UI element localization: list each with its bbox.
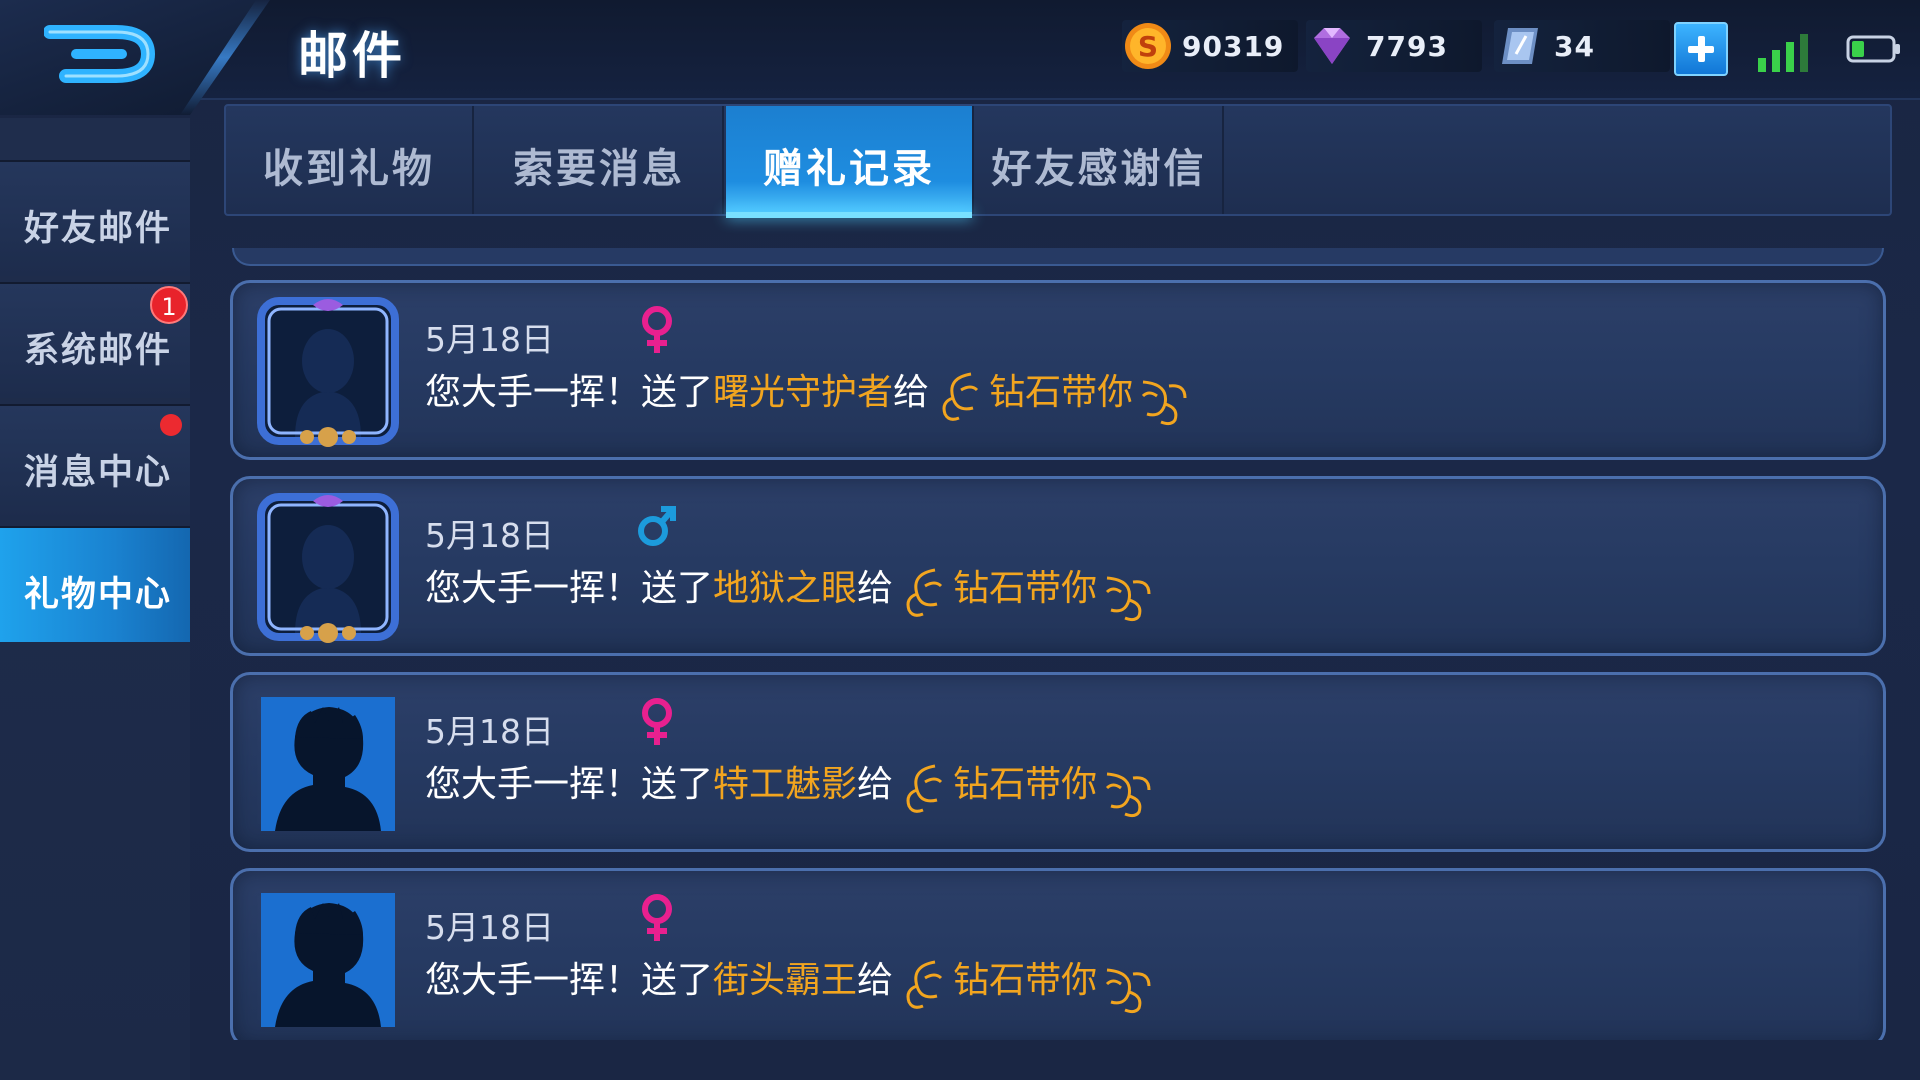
message-to: 给 bbox=[857, 568, 894, 609]
back-button[interactable] bbox=[43, 18, 164, 90]
record-message: 您大手一挥！送了地狱之眼给 钻石带你 bbox=[425, 559, 1157, 622]
message-lead: 您大手一挥！ bbox=[425, 372, 642, 413]
record-date: 5月18日 bbox=[425, 712, 554, 751]
avatar-framed-icon bbox=[257, 297, 399, 447]
tab-request-messages[interactable]: 索要消息 bbox=[476, 106, 724, 214]
message-sent: 送了 bbox=[641, 372, 714, 413]
flourish-right-icon bbox=[1106, 772, 1151, 818]
flourish-left-icon bbox=[942, 372, 979, 421]
flourish-left-icon bbox=[906, 764, 943, 813]
diamond-value: 7793 bbox=[1366, 30, 1448, 63]
flourish-left-icon bbox=[906, 568, 943, 617]
record-date: 5月18日 bbox=[425, 908, 554, 947]
signal-strength-icon bbox=[1758, 34, 1808, 72]
sidebar-item-message-center[interactable]: 消息中心 bbox=[0, 404, 190, 520]
record-message: 您大手一挥！送了街头霸王给 钻石带你 bbox=[425, 951, 1157, 1014]
female-icon bbox=[642, 698, 672, 745]
gift-record-card[interactable]: 5月18日 您大手一挥！送了地狱之眼给 钻石带你 bbox=[230, 476, 1886, 656]
message-lead: 您大手一挥！ bbox=[425, 764, 642, 805]
recipient-name: 钻石带你 bbox=[953, 764, 1098, 805]
back-button-panel bbox=[0, 0, 270, 115]
record-message: 您大手一挥！送了曙光守护者给 钻石带你 bbox=[425, 363, 1193, 426]
flourish-right-icon bbox=[1106, 576, 1151, 622]
sidebar-item-label: 系统邮件 bbox=[24, 331, 173, 371]
message-to: 给 bbox=[893, 372, 930, 413]
message-to: 给 bbox=[857, 960, 894, 1001]
flourish-right-icon bbox=[1142, 380, 1187, 426]
avatar-framed-icon bbox=[257, 493, 399, 643]
gold-coin-counter: S 90319 bbox=[1122, 20, 1298, 72]
diamond-counter: 7793 bbox=[1306, 20, 1482, 72]
gift-name: 曙光守护者 bbox=[713, 372, 894, 413]
record-date: 5月18日 bbox=[425, 516, 554, 555]
recipient-name: 钻石带你 bbox=[953, 568, 1098, 609]
gift-name: 特工魅影 bbox=[713, 764, 858, 805]
sidebar: 好友邮件 系统邮件 1 消息中心 礼物中心 bbox=[0, 118, 190, 1080]
flourish-right-icon bbox=[1106, 968, 1151, 1014]
tab-gift-records[interactable]: 赠礼记录 bbox=[726, 106, 974, 218]
sidebar-item-gift-center[interactable]: 礼物中心 bbox=[0, 526, 190, 642]
gold-coin-value: 90319 bbox=[1182, 30, 1285, 63]
tab-label: 索要消息 bbox=[513, 146, 685, 192]
recipient-name: 钻石带你 bbox=[989, 372, 1134, 413]
gift-record-card[interactable]: 5月18日 您大手一挥！送了特工魅影给 钻石带你 bbox=[230, 672, 1886, 852]
message-lead: 您大手一挥！ bbox=[425, 960, 642, 1001]
female-icon bbox=[642, 894, 672, 941]
male-icon bbox=[638, 506, 676, 546]
message-to: 给 bbox=[857, 764, 894, 805]
message-sent: 送了 bbox=[641, 568, 714, 609]
tab-received-gifts[interactable]: 收到礼物 bbox=[226, 106, 474, 214]
mail-screen: 邮件 S 90319 7793 34 好友邮件 系统邮件 1 消息中心 礼物中心… bbox=[0, 0, 1920, 1080]
sidebar-item-label: 好友邮件 bbox=[24, 209, 173, 249]
avatar-silhouette-icon bbox=[261, 893, 395, 1027]
gift-record-card[interactable]: 5月18日 您大手一挥！送了曙光守护者给 钻石带你 bbox=[230, 280, 1886, 460]
sidebar-item-system-mail[interactable]: 系统邮件 1 bbox=[0, 282, 190, 398]
tab-label: 收到礼物 bbox=[263, 146, 435, 192]
unread-count-badge: 1 bbox=[150, 286, 188, 324]
sidebar-item-friend-mail[interactable]: 好友邮件 bbox=[0, 160, 190, 276]
tab-thank-you-letters[interactable]: 好友感谢信 bbox=[976, 106, 1224, 214]
avatar-silhouette-icon bbox=[261, 697, 395, 831]
sidebar-item-label: 消息中心 bbox=[24, 453, 173, 493]
gift-record-list[interactable]: 5月18日 您大手一挥！送了曙光守护者给 钻石带你 5月18日 您大手一挥！送了… bbox=[228, 236, 1888, 1040]
list-scroll-edge bbox=[232, 248, 1884, 266]
message-sent: 送了 bbox=[641, 764, 714, 805]
record-date: 5月18日 bbox=[425, 320, 554, 359]
battery-icon bbox=[1846, 35, 1900, 63]
top-bar: 邮件 S 90319 7793 34 bbox=[0, 0, 1920, 115]
sidebar-item-label: 礼物中心 bbox=[24, 575, 173, 615]
diamond-icon bbox=[1314, 28, 1350, 64]
message-sent: 送了 bbox=[641, 960, 714, 1001]
tab-label: 好友感谢信 bbox=[991, 146, 1207, 192]
gift-record-card[interactable]: 5月18日 您大手一挥！送了街头霸王给 钻石带你 bbox=[230, 868, 1886, 1040]
add-currency-button[interactable] bbox=[1674, 22, 1728, 76]
flourish-left-icon bbox=[906, 960, 943, 1009]
gold-coin-icon: S bbox=[1125, 23, 1171, 69]
svg-text:S: S bbox=[1138, 30, 1158, 63]
gift-name: 街头霸王 bbox=[713, 960, 858, 1001]
recipient-name: 钻石带你 bbox=[953, 960, 1098, 1001]
voucher-counter: 34 bbox=[1494, 20, 1670, 72]
voucher-value: 34 bbox=[1554, 30, 1595, 63]
back-arrow-icon bbox=[43, 25, 156, 83]
record-message: 您大手一挥！送了特工魅影给 钻石带你 bbox=[425, 755, 1157, 818]
page-title: 邮件 bbox=[298, 27, 406, 85]
notification-dot bbox=[160, 414, 182, 436]
message-lead: 您大手一挥！ bbox=[425, 568, 642, 609]
tab-bar: 收到礼物 索要消息 赠礼记录 好友感谢信 bbox=[224, 104, 1892, 218]
female-icon bbox=[642, 306, 672, 353]
tab-label: 赠礼记录 bbox=[763, 146, 935, 192]
voucher-icon bbox=[1502, 28, 1538, 64]
gift-name: 地狱之眼 bbox=[713, 568, 858, 609]
